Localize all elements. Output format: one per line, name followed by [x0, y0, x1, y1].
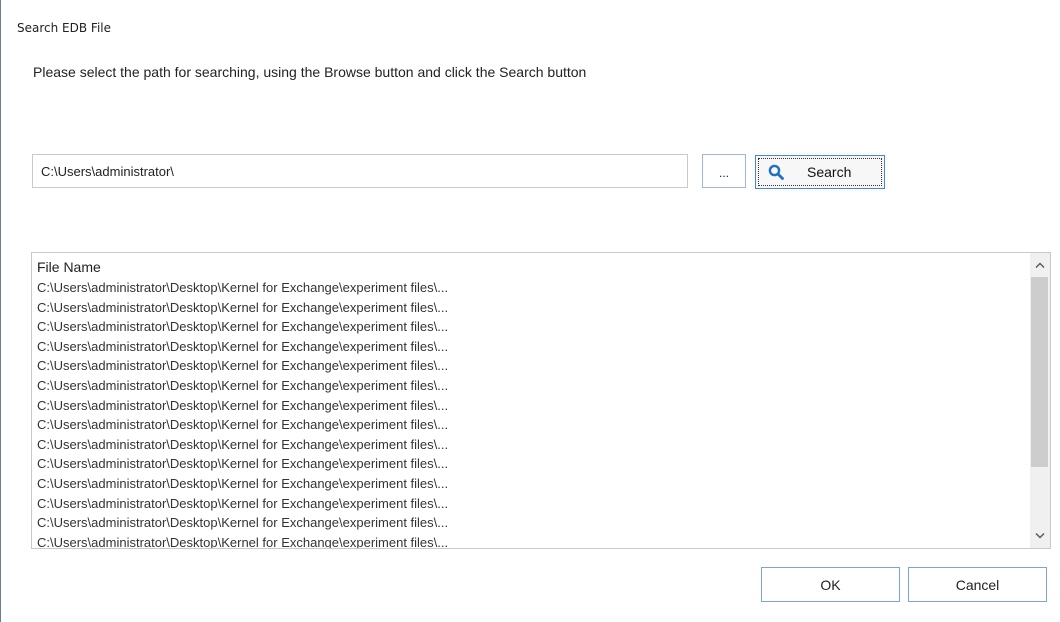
- scrollbar-thumb[interactable]: [1031, 277, 1048, 467]
- file-list-rows: C:\Users\administrator\Desktop\Kernel fo…: [37, 278, 448, 548]
- list-item[interactable]: C:\Users\administrator\Desktop\Kernel fo…: [37, 376, 448, 396]
- browse-button[interactable]: ...: [702, 154, 746, 188]
- dialog-title: Search EDB File: [17, 21, 111, 35]
- list-item[interactable]: C:\Users\administrator\Desktop\Kernel fo…: [37, 415, 448, 435]
- list-item[interactable]: C:\Users\administrator\Desktop\Kernel fo…: [37, 356, 448, 376]
- scroll-down-icon[interactable]: [1030, 527, 1050, 545]
- list-item[interactable]: C:\Users\administrator\Desktop\Kernel fo…: [37, 513, 448, 533]
- list-item[interactable]: C:\Users\administrator\Desktop\Kernel fo…: [37, 533, 448, 548]
- path-input[interactable]: [32, 154, 688, 188]
- list-item[interactable]: C:\Users\administrator\Desktop\Kernel fo…: [37, 396, 448, 416]
- list-item[interactable]: C:\Users\administrator\Desktop\Kernel fo…: [37, 474, 448, 494]
- search-button[interactable]: Search: [755, 155, 885, 189]
- list-item[interactable]: C:\Users\administrator\Desktop\Kernel fo…: [37, 278, 448, 298]
- instructions-text: Please select the path for searching, us…: [33, 64, 587, 80]
- search-button-label: Search: [807, 164, 852, 180]
- file-list-header: File Name: [37, 259, 101, 275]
- list-item[interactable]: C:\Users\administrator\Desktop\Kernel fo…: [37, 298, 448, 318]
- cancel-button[interactable]: Cancel: [908, 567, 1047, 602]
- list-item[interactable]: C:\Users\administrator\Desktop\Kernel fo…: [37, 435, 448, 455]
- list-item[interactable]: C:\Users\administrator\Desktop\Kernel fo…: [37, 494, 448, 514]
- scroll-up-icon[interactable]: [1030, 256, 1050, 274]
- list-item[interactable]: C:\Users\administrator\Desktop\Kernel fo…: [37, 317, 448, 337]
- search-icon: [763, 164, 789, 180]
- search-button-focus-ring: Search: [758, 158, 882, 186]
- list-item[interactable]: C:\Users\administrator\Desktop\Kernel fo…: [37, 337, 448, 357]
- search-edb-dialog: Search EDB File Please select the path f…: [0, 0, 1060, 622]
- file-list[interactable]: File Name C:\Users\administrator\Desktop…: [31, 252, 1051, 549]
- vertical-scrollbar[interactable]: [1030, 253, 1050, 548]
- ok-button[interactable]: OK: [761, 567, 900, 602]
- list-item[interactable]: C:\Users\administrator\Desktop\Kernel fo…: [37, 454, 448, 474]
